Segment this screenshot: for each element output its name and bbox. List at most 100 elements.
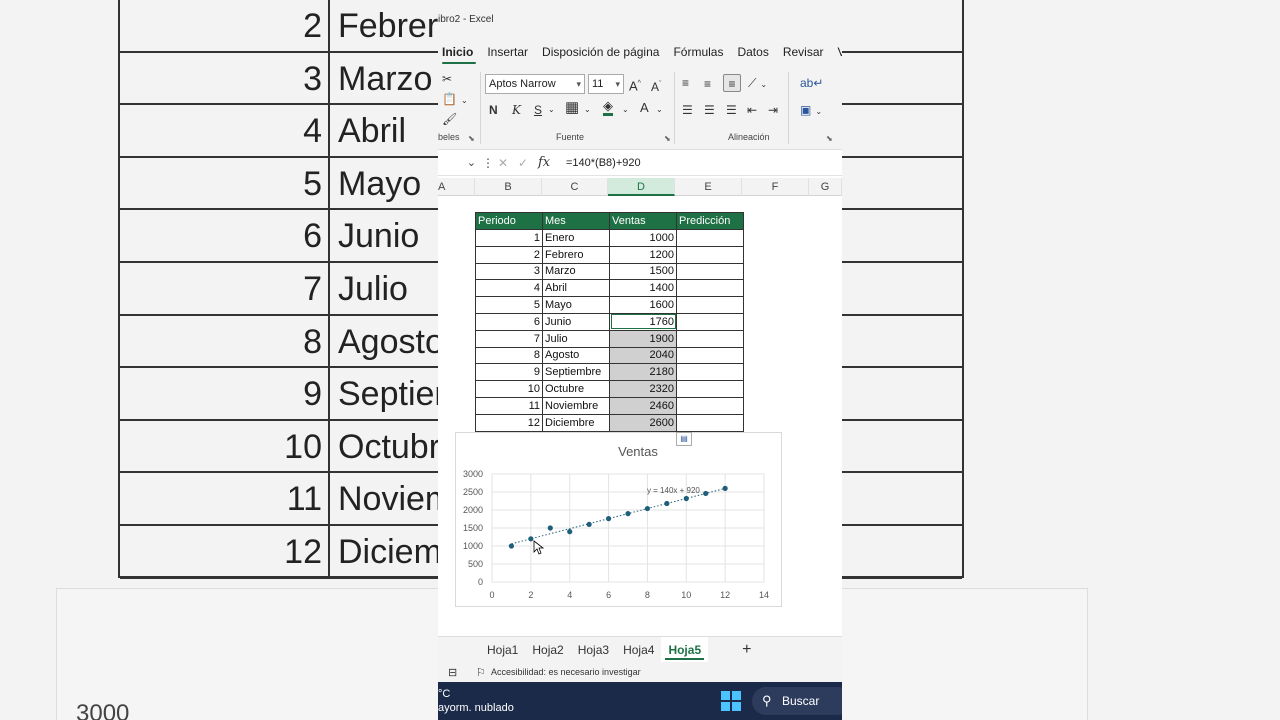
prediccion-cell[interactable]	[676, 279, 744, 298]
ventas-cell[interactable]: 1760	[609, 312, 677, 331]
increase-indent-icon[interactable]: ⇥	[768, 101, 778, 119]
prediccion-cell[interactable]	[676, 229, 744, 247]
cut-icon[interactable]: ✂	[442, 70, 452, 88]
data-point[interactable]	[683, 495, 689, 502]
mes-cell[interactable]: Enero	[542, 229, 610, 247]
prediccion-cell[interactable]	[676, 312, 744, 331]
mes-cell[interactable]: Julio	[542, 329, 610, 348]
chevron-down-icon[interactable]: ⌄	[584, 101, 591, 119]
mes-cell[interactable]: Agosto	[542, 346, 610, 365]
data-point[interactable]	[625, 511, 631, 517]
chevron-down-icon[interactable]: ⌄	[622, 101, 629, 119]
data-point[interactable]	[644, 505, 651, 512]
tab-insertar[interactable]: Insertar	[480, 38, 535, 66]
format-painter-icon[interactable]: 🖌	[442, 110, 457, 128]
merge-center-icon[interactable]: ▣ ⌄	[800, 101, 822, 121]
more-options-icon[interactable]: ⋮	[482, 156, 494, 170]
sheet-tab-hoja3[interactable]: Hoja3	[571, 637, 616, 663]
periodo-cell[interactable]: 7	[475, 329, 543, 348]
periodo-cell[interactable]: 3	[475, 262, 543, 281]
sheet-tab-hoja1[interactable]: Hoja1	[480, 637, 525, 663]
periodo-cell[interactable]: 12	[475, 413, 543, 432]
tab-fórmulas[interactable]: Fórmulas	[666, 38, 730, 66]
alignment-launcher-icon[interactable]: ⬊	[826, 134, 833, 143]
ventas-cell[interactable]: 1200	[609, 245, 677, 264]
tab-vist[interactable]: Vist	[831, 38, 842, 66]
ventas-cell[interactable]: 1600	[609, 296, 677, 314]
data-point[interactable]	[664, 500, 670, 507]
mes-cell[interactable]: Mayo	[542, 296, 610, 314]
bold-button[interactable]: N	[489, 101, 498, 119]
italic-button[interactable]: K	[512, 101, 521, 119]
scatter-chart[interactable]: Ventas 0 500 1000 1500 2000 2500 3000 0 2 4 6 8 10 12 1…	[455, 432, 782, 607]
prediccion-cell[interactable]	[676, 396, 744, 415]
align-middle-icon[interactable]: ≡	[704, 75, 711, 93]
prediccion-cell[interactable]	[676, 380, 744, 398]
quick-analysis-icon[interactable]: ▤	[676, 432, 692, 446]
accessibility-icon[interactable]: ⚐	[476, 666, 486, 679]
table-header-cell[interactable]: Periodo	[475, 212, 543, 230]
data-point[interactable]	[586, 521, 592, 527]
table-header-cell[interactable]: Mes	[542, 212, 610, 230]
clipboard-launcher-icon[interactable]: ⬊	[468, 134, 475, 143]
sheet-tab-hoja4[interactable]: Hoja4	[616, 637, 661, 663]
decrease-indent-icon[interactable]: ⇤	[747, 101, 757, 119]
ventas-cell[interactable]: 2460	[609, 396, 677, 415]
macro-record-icon[interactable]: ⊟	[448, 666, 457, 679]
mes-cell[interactable]: Febrero	[542, 245, 610, 264]
prediccion-cell[interactable]	[676, 329, 744, 348]
paste-icon[interactable]: 📋 ⌄	[442, 90, 468, 110]
font-launcher-icon[interactable]: ⬊	[664, 134, 671, 143]
worksheet[interactable]: Periodo Mes Ventas Predicción 1 Enero 1000 2 Fe…	[438, 196, 842, 636]
periodo-cell[interactable]: 1	[475, 229, 543, 247]
periodo-cell[interactable]: 11	[475, 396, 543, 415]
periodo-cell[interactable]: 5	[475, 296, 543, 314]
periodo-cell[interactable]: 4	[475, 279, 543, 298]
formula-input[interactable]: =140*(B8)+920	[566, 157, 641, 169]
fill-color-icon[interactable]: ◈	[603, 99, 613, 116]
windows-start-icon[interactable]	[721, 691, 741, 711]
tab-revisar[interactable]: Revisar	[776, 38, 831, 66]
tab-disposición-de-página[interactable]: Disposición de página	[535, 38, 666, 66]
weather-description[interactable]: ayorm. nublado	[438, 702, 514, 714]
shrink-font-icon[interactable]: Aˇ	[651, 76, 661, 96]
mes-cell[interactable]: Septiembre	[542, 363, 610, 382]
wrap-text-icon[interactable]: ab↵	[800, 74, 823, 92]
mes-cell[interactable]: Noviembre	[542, 396, 610, 415]
column-header-b[interactable]: B	[475, 178, 542, 196]
align-center-icon[interactable]: ☰	[704, 101, 715, 119]
prediccion-cell[interactable]	[676, 413, 744, 432]
periodo-cell[interactable]: 8	[475, 346, 543, 365]
cancel-entry-icon[interactable]: ✕	[498, 156, 508, 170]
prediccion-cell[interactable]	[676, 363, 744, 382]
data-point[interactable]	[722, 485, 728, 491]
data-point[interactable]	[508, 543, 515, 549]
data-point[interactable]	[528, 536, 534, 542]
column-header-d[interactable]: D	[608, 178, 675, 196]
align-bottom-icon[interactable]: ≡	[723, 74, 741, 92]
sheet-tab-hoja5[interactable]: Hoja5	[661, 636, 709, 663]
add-sheet-button[interactable]: +	[742, 641, 751, 659]
ventas-cell[interactable]: 1400	[609, 279, 677, 298]
insert-function-icon[interactable]: fx	[538, 155, 550, 170]
tab-datos[interactable]: Datos	[730, 38, 775, 66]
align-right-icon[interactable]: ☰	[726, 101, 737, 119]
orientation-icon[interactable]: ⟋ ⌄	[748, 74, 767, 94]
data-point[interactable]	[605, 516, 612, 522]
periodo-cell[interactable]: 9	[475, 363, 543, 382]
periodo-cell[interactable]: 2	[475, 245, 543, 264]
table-header-cell[interactable]: Predicción	[676, 212, 744, 230]
taskbar-search[interactable]: ⚲ Buscar	[752, 687, 842, 715]
column-header-c[interactable]: C	[542, 178, 608, 196]
periodo-cell[interactable]: 10	[475, 380, 543, 398]
ventas-cell[interactable]: 1000	[609, 229, 677, 247]
periodo-cell[interactable]: 6	[475, 312, 543, 331]
column-header-e[interactable]: E	[675, 178, 742, 196]
sheet-tab-hoja2[interactable]: Hoja2	[525, 637, 570, 663]
prediccion-cell[interactable]	[676, 296, 744, 314]
chevron-down-icon[interactable]: ⌄	[548, 101, 555, 119]
ventas-cell[interactable]: 2180	[609, 363, 677, 382]
data-point[interactable]	[547, 525, 553, 531]
mes-cell[interactable]: Junio	[542, 312, 610, 331]
mes-cell[interactable]: Octubre	[542, 380, 610, 398]
